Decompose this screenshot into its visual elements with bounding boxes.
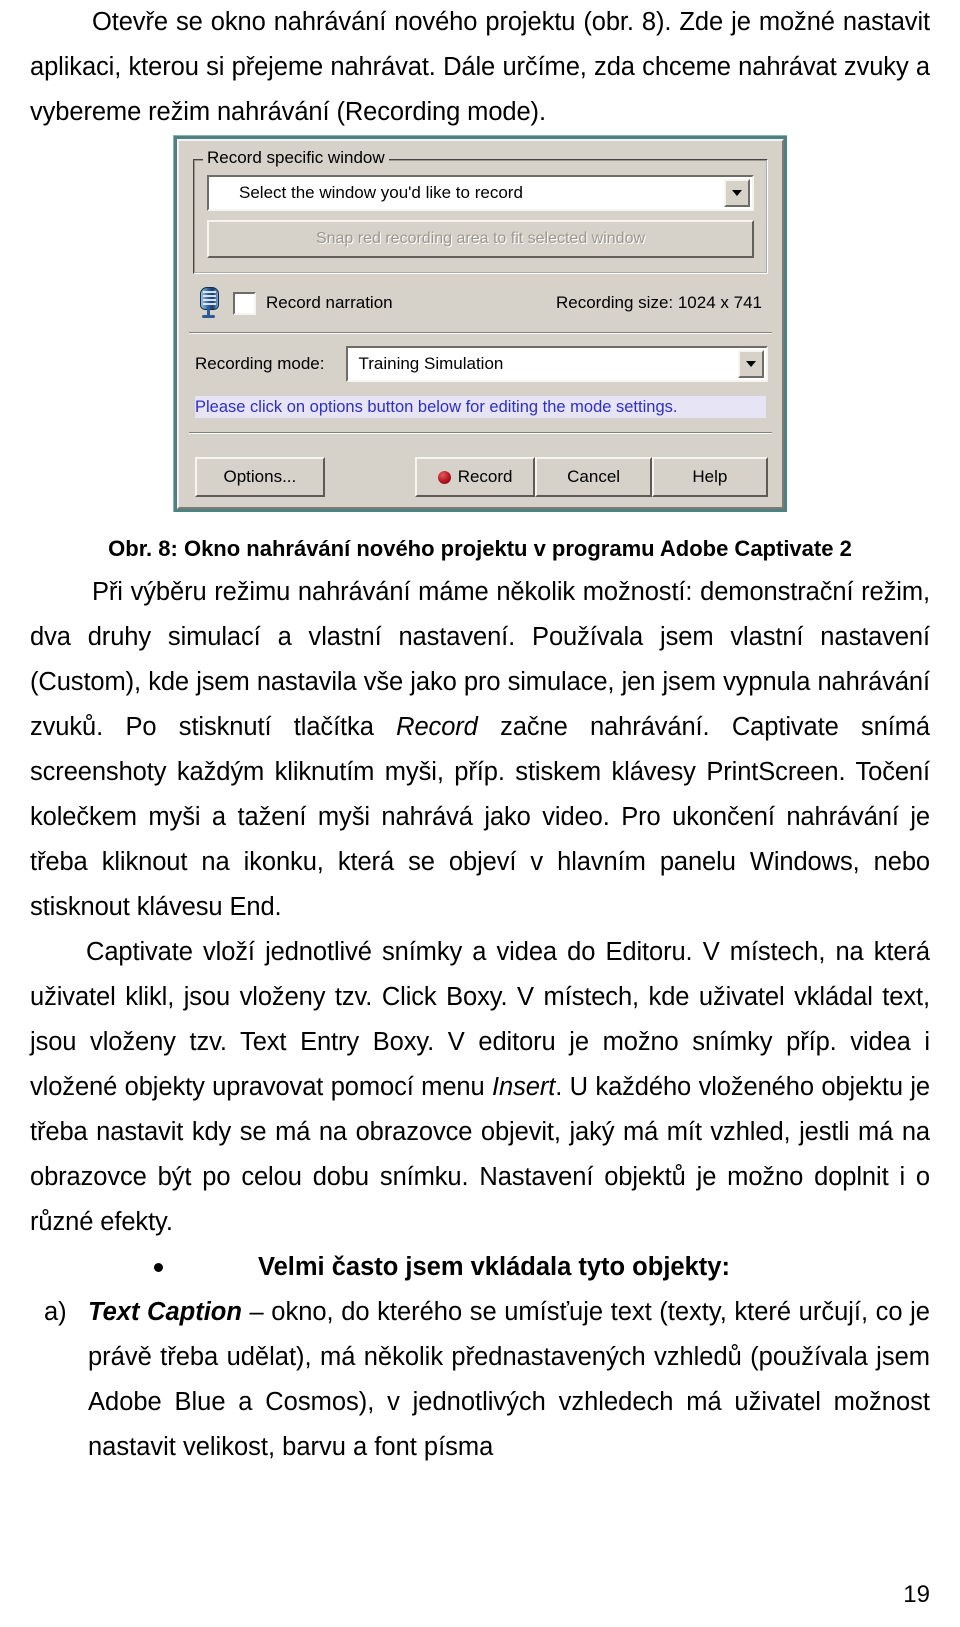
divider bbox=[189, 432, 772, 434]
paragraph-intro: Otevře se okno nahrávání nového projektu… bbox=[30, 8, 930, 126]
options-button[interactable]: Options... bbox=[195, 457, 325, 497]
list-marker-a: a) bbox=[44, 1298, 67, 1326]
paragraph-editor: Captivate vloží jednotlivé snímky a vide… bbox=[30, 930, 930, 1245]
record-narration-checkbox[interactable] bbox=[233, 291, 256, 315]
para3-italic-insert: Insert bbox=[492, 1073, 556, 1101]
figure-captivate-recording-dialog: Record specific window Select the window… bbox=[30, 135, 930, 512]
chevron-down-icon[interactable] bbox=[738, 350, 764, 378]
record-dot-icon bbox=[437, 470, 451, 484]
figure-caption: Obr. 8: Okno nahrávání nového projektu v… bbox=[108, 536, 852, 561]
dialog-button-row: Options... Record Cancel Help bbox=[189, 457, 772, 501]
list-item-text-caption: a) Text Caption – okno, do kterého se umí… bbox=[30, 1290, 930, 1470]
groupbox-title: Record specific window bbox=[203, 148, 389, 167]
record-button[interactable]: Record bbox=[414, 457, 536, 497]
page-content: Otevře se okno nahrávání nového projektu… bbox=[30, 0, 930, 1470]
captivate-dialog-window: Record specific window Select the window… bbox=[173, 135, 787, 512]
record-narration-label: Record narration bbox=[266, 293, 393, 312]
dialog-inner-panel: Record specific window Select the window… bbox=[177, 139, 784, 509]
chevron-down-icon[interactable] bbox=[724, 179, 750, 207]
help-button[interactable]: Help bbox=[651, 457, 769, 497]
bullet-heading-objects: Velmi často jsem vkládala tyto objekty: bbox=[30, 1245, 930, 1290]
arrow-glyph bbox=[732, 190, 742, 196]
cancel-button-label: Cancel bbox=[567, 467, 621, 486]
options-button-label: Options... bbox=[223, 467, 297, 486]
record-button-label: Record bbox=[457, 467, 513, 486]
para2-italic-record: Record bbox=[396, 713, 478, 741]
cancel-button[interactable]: Cancel bbox=[535, 457, 652, 497]
microphone-icon bbox=[197, 286, 221, 320]
record-narration-row: Record narration Recording size: 1024 x … bbox=[197, 282, 766, 324]
bullet-heading-label: Velmi často jsem vkládala tyto objekty: bbox=[258, 1253, 730, 1281]
paragraph-recording-modes: Při výběru režimu nahrávání máme několik… bbox=[30, 570, 930, 930]
microphone-base bbox=[202, 315, 215, 318]
recording-mode-combobox[interactable]: Training Simulation bbox=[346, 346, 768, 382]
help-button-label: Help bbox=[692, 467, 728, 486]
bullet-dot-icon bbox=[154, 1263, 163, 1272]
list-item-title: Text Caption bbox=[88, 1298, 242, 1326]
recording-size-label: Recording size: 1024 x 741 bbox=[555, 293, 762, 312]
recording-mode-row: Recording mode: Training Simulation bbox=[195, 346, 768, 382]
window-select-combobox[interactable]: Select the window you'd like to record bbox=[207, 175, 754, 211]
recording-mode-value: Training Simulation bbox=[358, 354, 504, 373]
window-select-value: Select the window you'd like to record bbox=[239, 183, 523, 202]
snap-recording-area-button[interactable]: Snap red recording area to fit selected … bbox=[207, 220, 754, 258]
arrow-glyph bbox=[746, 361, 756, 367]
mode-settings-hint: Please click on options button below for… bbox=[195, 396, 766, 418]
recording-mode-label: Recording mode: bbox=[195, 354, 325, 373]
document-page: Otevře se okno nahrávání nového projektu… bbox=[0, 0, 960, 1627]
divider bbox=[189, 332, 772, 334]
para2-text-2: začne nahrávání. Captivate snímá screens… bbox=[30, 713, 930, 921]
page-number: 19 bbox=[903, 1581, 930, 1608]
record-specific-window-groupbox: Record specific window Select the window… bbox=[193, 148, 768, 274]
